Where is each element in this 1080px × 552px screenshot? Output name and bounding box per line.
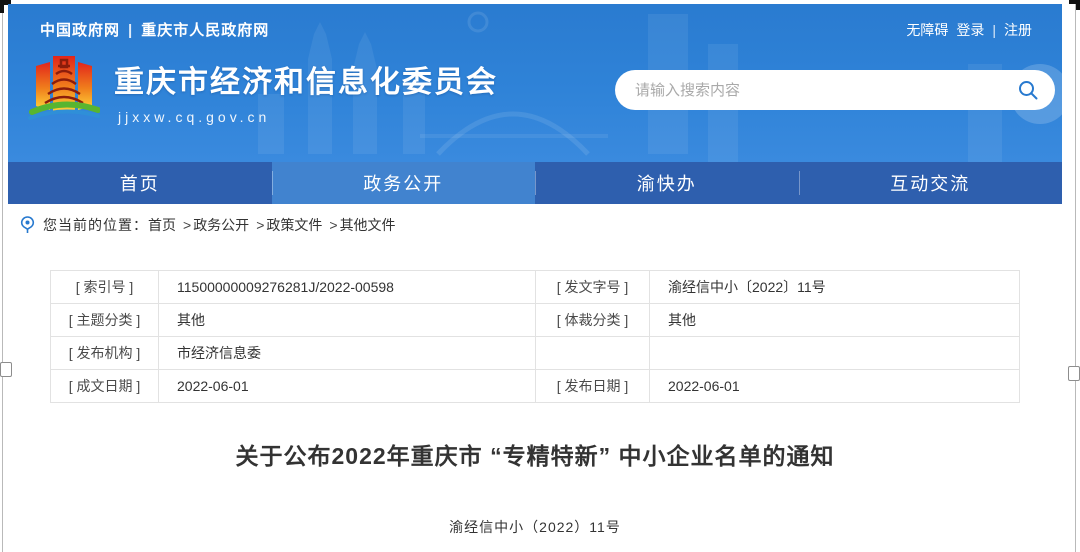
field-value-doc-symbol: 渝经信中小〔2022〕11号 xyxy=(650,271,1020,304)
site-url: jjxxw.cq.gov.cn xyxy=(114,109,498,125)
selection-corner-top-left-vert xyxy=(0,0,4,13)
nav-tab-interaction[interactable]: 互动交流 xyxy=(799,162,1063,204)
link-china-gov[interactable]: 中国政府网 xyxy=(40,22,120,39)
breadcrumb: 您当前的位置： 首页 > 政务公开 > 政策文件 > 其他文件 xyxy=(8,204,1062,246)
site-title: 重庆市经济和信息化委员会 xyxy=(114,57,498,101)
article-doc-number: 渝经信中小（2022）11号 xyxy=(50,517,1020,537)
content-area: [ 索引号 ] 11500000009276281J/2022-00598 [ … xyxy=(8,270,1062,537)
breadcrumb-item-policy-docs[interactable]: 政策文件 xyxy=(266,215,322,235)
brand[interactable]: 重庆市经济和信息化委员会 jjxxw.cq.gov.cn xyxy=(28,52,498,130)
site-header: 中国政府网 | 重庆市人民政府网 无障碍登录 | 注册 xyxy=(8,4,1062,162)
field-value-issuing-agency: 市经济信息委 xyxy=(159,337,536,370)
location-pin-icon xyxy=(20,216,35,234)
breadcrumb-prefix: 您当前的位置： xyxy=(43,215,148,235)
field-label-index-number: [ 索引号 ] xyxy=(51,271,159,304)
breadcrumb-separator: > xyxy=(256,217,264,233)
field-label-doc-symbol: [ 发文字号 ] xyxy=(536,271,650,304)
table-row: [ 发布机构 ] 市经济信息委 xyxy=(51,337,1020,370)
selection-edge-right xyxy=(1075,0,1076,552)
field-value-empty xyxy=(650,337,1020,370)
nav-tab-label: 渝快办 xyxy=(637,170,697,196)
utility-bar: 中国政府网 | 重庆市人民政府网 无障碍登录 | 注册 xyxy=(8,4,1062,40)
breadcrumb-item-gov-affairs[interactable]: 政务公开 xyxy=(193,215,249,235)
breadcrumb-separator: > xyxy=(329,217,337,233)
nav-tab-gov-affairs[interactable]: 政务公开 xyxy=(272,162,536,204)
nav-tab-yukuaiban[interactable]: 渝快办 xyxy=(535,162,799,204)
register-link[interactable]: 注册 xyxy=(1004,22,1032,38)
link-cq-gov[interactable]: 重庆市人民政府网 xyxy=(141,22,269,39)
breadcrumb-item-other-docs[interactable]: 其他文件 xyxy=(340,215,396,235)
table-row: [ 主题分类 ] 其他 [ 体裁分类 ] 其他 xyxy=(51,304,1020,337)
search-input[interactable] xyxy=(635,82,1017,99)
search-bar xyxy=(615,70,1055,110)
search-icon[interactable] xyxy=(1017,79,1039,101)
page: 中国政府网 | 重庆市人民政府网 无障碍登录 | 注册 xyxy=(0,0,1080,552)
utility-separator: | xyxy=(128,22,133,39)
accessibility-link[interactable]: 无障碍 xyxy=(906,22,948,38)
login-link[interactable]: 登录 xyxy=(956,22,984,38)
article-title: 关于公布2022年重庆市 “专精特新” 中小企业名单的通知 xyxy=(50,437,1020,471)
selection-edge-left xyxy=(2,0,3,552)
nav-tab-label: 首页 xyxy=(120,170,160,196)
field-label-issuing-agency: [ 发布机构 ] xyxy=(51,337,159,370)
document-info-table: [ 索引号 ] 11500000009276281J/2022-00598 [ … xyxy=(50,270,1020,403)
field-label-publish-date: [ 发布日期 ] xyxy=(536,370,650,403)
field-value-index-number: 11500000009276281J/2022-00598 xyxy=(159,271,536,304)
field-label-genre-category: [ 体裁分类 ] xyxy=(536,304,650,337)
field-value-genre-category: 其他 xyxy=(650,304,1020,337)
selection-handle-right[interactable] xyxy=(1068,366,1080,381)
field-label-empty xyxy=(536,337,650,370)
agency-logo-icon xyxy=(28,52,100,130)
table-row: [ 索引号 ] 11500000009276281J/2022-00598 [ … xyxy=(51,271,1020,304)
nav-tab-home[interactable]: 首页 xyxy=(8,162,272,204)
utility-separator-2: | xyxy=(992,22,996,38)
field-value-topic-category: 其他 xyxy=(159,304,536,337)
field-label-written-date: [ 成文日期 ] xyxy=(51,370,159,403)
table-row: [ 成文日期 ] 2022-06-01 [ 发布日期 ] 2022-06-01 xyxy=(51,370,1020,403)
field-label-topic-category: [ 主题分类 ] xyxy=(51,304,159,337)
selection-corner-top-right-vert xyxy=(1076,0,1080,10)
nav-tab-label: 互动交流 xyxy=(890,170,970,196)
field-value-written-date: 2022-06-01 xyxy=(159,370,536,403)
nav-tab-label: 政务公开 xyxy=(363,170,443,196)
main-nav: 首页 政务公开 渝快办 互动交流 xyxy=(8,162,1062,204)
breadcrumb-separator: > xyxy=(183,217,191,233)
breadcrumb-item-home[interactable]: 首页 xyxy=(148,215,176,235)
field-value-publish-date: 2022-06-01 xyxy=(650,370,1020,403)
